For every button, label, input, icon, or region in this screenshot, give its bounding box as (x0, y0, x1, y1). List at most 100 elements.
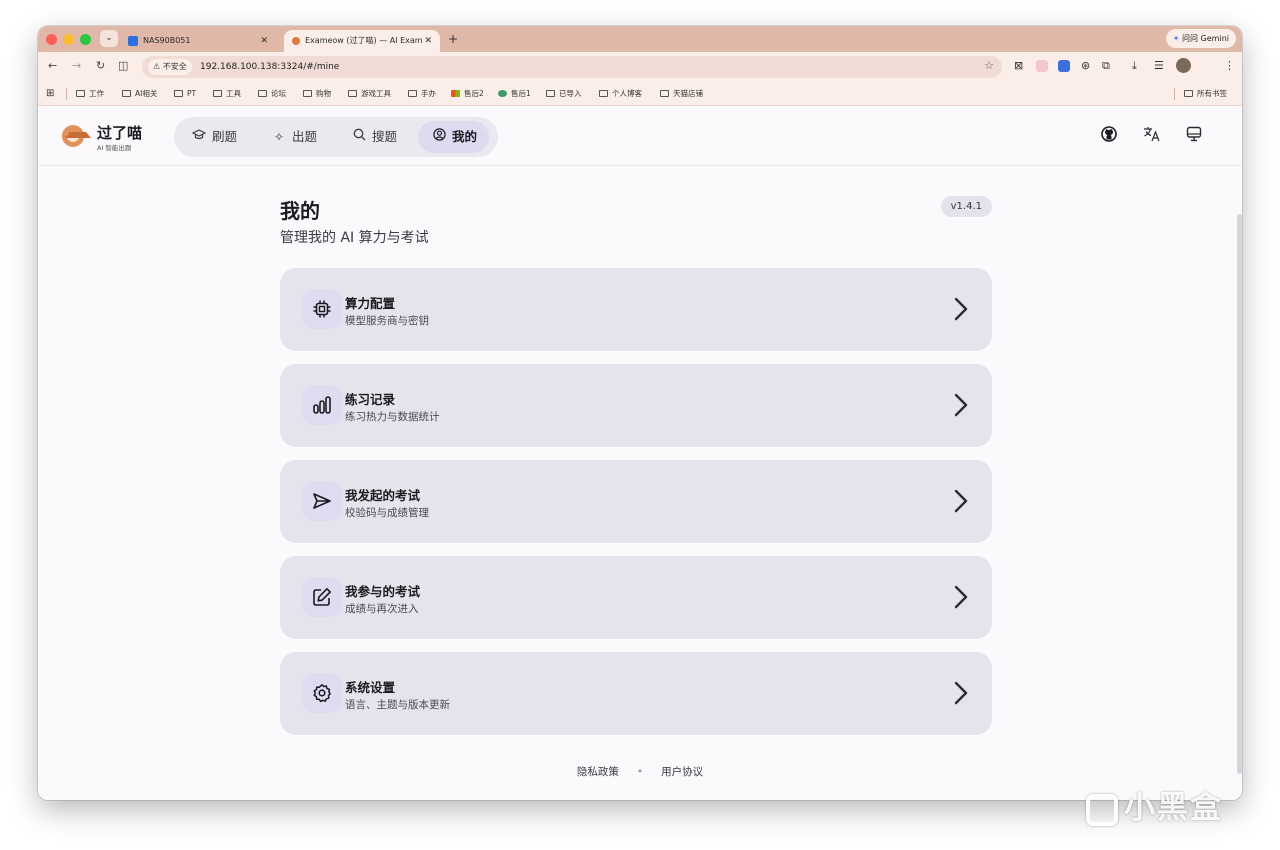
bookmark-label: 售后1 (511, 89, 531, 98)
page-footer: 隐私政策 • 用户协议 (38, 764, 1242, 779)
profile-avatar[interactable] (1176, 58, 1191, 73)
tab-search-chevron-icon[interactable]: ⌄ (100, 30, 118, 47)
watermark-box-icon (1086, 793, 1118, 826)
brand-subtitle: AI 智能出题 (97, 144, 132, 152)
folder-icon (76, 89, 85, 97)
brand-name[interactable]: 过了喵 (97, 122, 142, 143)
bookmark-label: 论坛 (271, 89, 286, 98)
bookmark-label: 工作 (89, 89, 104, 98)
bookmark-label: AI相关 (135, 89, 158, 98)
reading-list-icon[interactable]: ☰ (1154, 59, 1164, 72)
bookmark-label: 工具 (226, 89, 241, 98)
window-controls (46, 34, 91, 45)
page-subtitle: 管理我的 AI 算力与考试 (280, 230, 429, 246)
nav-practice[interactable]: 刷题 (178, 121, 249, 153)
github-icon[interactable] (1099, 126, 1119, 146)
card-description: 成绩与再次进入 (345, 603, 419, 615)
card-practice-records[interactable]: 练习记录 练习热力与数据统计 (280, 364, 992, 447)
folder-icon (303, 89, 312, 97)
extensions-puzzle-icon[interactable]: ⧉ (1102, 59, 1110, 73)
bookmark-imported[interactable]: 已导入 (546, 82, 582, 106)
nav-mine[interactable]: 我的 (418, 121, 490, 153)
extension-blue-icon[interactable] (1058, 60, 1070, 72)
tab-title: NAS90B051 (143, 36, 191, 45)
cat-logo-icon[interactable] (62, 125, 91, 147)
bookmark-aftersale-1[interactable]: 售后1 (498, 82, 531, 106)
url-text[interactable]: 192.168.100.138:3324/#/mine (200, 56, 339, 78)
screenshot-extension-icon[interactable]: ⊠ (1014, 59, 1023, 72)
tab-nas[interactable]: NAS90B051 ✕ (124, 30, 276, 52)
card-system-settings[interactable]: 系统设置 语言、主题与版本更新 (280, 652, 992, 735)
nav-label: 我的 (452, 129, 478, 144)
new-tab-plus-icon[interactable]: + (448, 30, 458, 48)
close-tab-icon[interactable]: ✕ (424, 30, 432, 52)
folder-icon (599, 89, 608, 97)
security-label: 不安全 (162, 62, 187, 71)
user-agreement-link[interactable]: 用户协议 (661, 766, 703, 778)
bookmark-label: 购物 (316, 89, 331, 98)
download-icon[interactable]: ⤓ (1132, 59, 1137, 73)
gemini-button[interactable]: ✦ 问问 Gemini (1165, 29, 1236, 48)
reload-icon[interactable]: ↻ (96, 59, 105, 72)
minimize-window-button[interactable] (63, 34, 74, 45)
split-view-icon[interactable]: ◫ (118, 59, 128, 72)
bookmark-work[interactable]: 工作 (76, 82, 104, 106)
card-title: 练习记录 (345, 392, 396, 407)
card-exams-joined[interactable]: 我参与的考试 成绩与再次进入 (280, 556, 992, 639)
bookmark-label: 已导入 (559, 89, 582, 98)
page-scrollbar[interactable] (1237, 214, 1242, 774)
bookmark-forum[interactable]: 论坛 (258, 82, 286, 106)
close-window-button[interactable] (46, 34, 57, 45)
bookmark-aftersale-2[interactable]: 售后2 (451, 82, 484, 106)
chevron-right-icon (954, 585, 968, 609)
back-arrow-icon[interactable]: ← (48, 59, 57, 72)
tab-exameow[interactable]: Exameow (过了喵) — AI Exam ✕ (284, 30, 440, 52)
folder-icon (348, 89, 357, 97)
apps-grid-icon[interactable]: ⊞ (46, 82, 54, 106)
all-bookmarks[interactable]: 所有书签 (1184, 82, 1227, 106)
extension-openai-icon[interactable]: ⊛ (1081, 59, 1090, 72)
nav-label: 出题 (292, 129, 318, 144)
maximize-window-button[interactable] (80, 34, 91, 45)
security-warning-chip[interactable]: ⚠ 不安全 (148, 59, 192, 75)
bookmark-tmall[interactable]: 天猫店铺 (660, 82, 703, 106)
browser-window: ⌄ NAS90B051 ✕ Exameow (过了喵) — AI Exam ✕ … (38, 26, 1242, 800)
address-bar[interactable]: ⚠ 不安全 192.168.100.138:3324/#/mine ☆ (142, 56, 1002, 78)
bookmark-tools[interactable]: 工具 (213, 82, 241, 106)
nas-favicon-icon (128, 35, 138, 46)
privacy-policy-link[interactable]: 隐私政策 (577, 766, 619, 778)
app-header: 过了喵 AI 智能出题 刷题 ✧ 出题 搜题 我的 (38, 106, 1242, 166)
folder-icon (546, 89, 555, 97)
send-icon (302, 481, 342, 521)
forward-arrow-icon[interactable]: → (72, 59, 81, 72)
translate-icon[interactable] (1142, 126, 1162, 146)
chevron-right-icon (954, 489, 968, 513)
nav-search[interactable]: 搜题 (338, 121, 409, 153)
close-tab-icon[interactable]: ✕ (260, 30, 268, 52)
bookmark-pt[interactable]: PT (174, 82, 196, 106)
bookmark-separator (66, 88, 67, 100)
bookmark-label: 天猫店铺 (673, 89, 703, 98)
bookmark-figures[interactable]: 手办 (408, 82, 436, 106)
monitor-icon[interactable] (1184, 126, 1204, 146)
bookmark-game-tools[interactable]: 游戏工具 (348, 82, 391, 106)
graduation-cap-icon (190, 121, 208, 153)
nav-generate[interactable]: ✧ 出题 (258, 121, 329, 153)
card-exams-created[interactable]: 我发起的考试 校验码与成绩管理 (280, 460, 992, 543)
more-menu-icon[interactable]: ⋮ (1224, 59, 1235, 72)
bookmark-ai[interactable]: AI相关 (122, 82, 157, 106)
bookmark-blog[interactable]: 个人博客 (599, 82, 642, 106)
folder-icon (1184, 89, 1193, 97)
all-bookmarks-label: 所有书签 (1197, 89, 1227, 98)
bookmark-star-icon[interactable]: ☆ (984, 59, 994, 72)
card-compute-config[interactable]: 算力配置 模型服务商与密钥 (280, 268, 992, 351)
bookmark-label: 手办 (421, 89, 436, 98)
bookmark-shopping[interactable]: 购物 (303, 82, 331, 106)
version-badge: v1.4.1 (940, 196, 992, 217)
chevron-right-icon (954, 681, 968, 705)
folder-icon (258, 89, 267, 97)
page: 过了喵 AI 智能出题 刷题 ✧ 出题 搜题 我的 我的 管理我的 AI 算力与… (38, 106, 1242, 800)
site-icon (498, 89, 507, 97)
card-title: 系统设置 (345, 680, 396, 695)
extension-pink-icon[interactable] (1036, 60, 1048, 72)
